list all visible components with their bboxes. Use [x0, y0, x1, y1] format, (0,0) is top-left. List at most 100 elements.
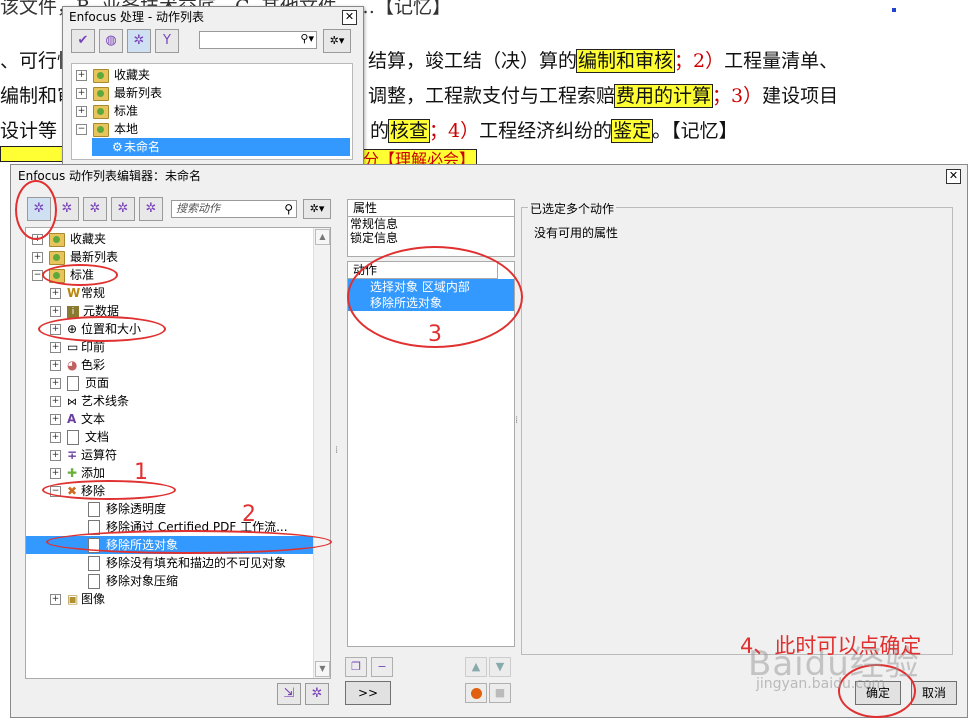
- expander-icon[interactable]: +: [50, 432, 61, 443]
- expander-icon[interactable]: +: [50, 468, 61, 479]
- tree-item-line-art[interactable]: + ⋈ 艺术线条: [50, 392, 129, 410]
- group-title: 已选定多个动作: [528, 200, 617, 217]
- scroll-up-icon[interactable]: ▲: [315, 229, 330, 245]
- expander-icon[interactable]: +: [76, 70, 87, 81]
- tree-item-document[interactable]: + 文档: [50, 428, 109, 446]
- expander-icon[interactable]: +: [32, 252, 43, 263]
- folder-icon: [93, 86, 109, 101]
- expander-icon[interactable]: +: [76, 88, 87, 99]
- expander-icon[interactable]: +: [50, 378, 61, 389]
- expander-icon[interactable]: +: [50, 396, 61, 407]
- import-icon[interactable]: ⇲: [277, 683, 301, 705]
- expander-icon[interactable]: +: [76, 106, 87, 117]
- gear-icon[interactable]: ✲: [127, 29, 151, 53]
- doc-text: 调整，工程款支付与工程索赔: [368, 85, 616, 107]
- doc-text: 结算，竣工结（决）算的: [368, 50, 578, 72]
- properties-item[interactable]: 常规信息: [348, 217, 514, 231]
- tree-item-page[interactable]: + 页面: [50, 374, 109, 392]
- doc-text: 工程经济纠纷的: [479, 120, 613, 142]
- expander-icon[interactable]: +: [50, 342, 61, 353]
- image-icon: ▣: [67, 592, 79, 606]
- search-input[interactable]: ⚲▾: [199, 31, 317, 49]
- tree-item-remove-invisible[interactable]: 移除没有填充和描边的不可见对象: [88, 554, 286, 572]
- checkmark-icon[interactable]: ✔: [71, 29, 95, 53]
- doc-highlight: 鉴定: [611, 119, 654, 143]
- minus-icon[interactable]: −: [371, 657, 393, 677]
- tree-item-operators[interactable]: + ∓ 运算符: [50, 446, 117, 464]
- annotation-ellipse: [42, 264, 118, 286]
- doc-highlight: 费用的计算: [614, 84, 714, 108]
- expander-icon[interactable]: +: [50, 450, 61, 461]
- tree-item-image[interactable]: + ▣ 图像: [50, 590, 105, 608]
- doc-highlight: 编制和审核: [576, 49, 676, 73]
- doc-text: 工程量清单、: [724, 50, 839, 72]
- tree-item-label: 移除对象压缩: [106, 574, 179, 588]
- splitter-handle[interactable]: ⁞: [515, 415, 518, 426]
- move-up-icon[interactable]: ▲: [465, 657, 487, 677]
- no-properties-text: 没有可用的属性: [534, 226, 619, 240]
- tree-item-label: 文档: [85, 430, 110, 444]
- more-button[interactable]: >>: [345, 681, 391, 705]
- search-icon[interactable]: ⚲: [284, 201, 293, 217]
- folder-icon: [49, 250, 65, 265]
- scroll-down-icon[interactable]: ▼: [315, 661, 330, 677]
- tree-item-label: 移除透明度: [106, 502, 167, 516]
- tree-item-label: 印前: [81, 340, 106, 354]
- tree-item-text[interactable]: + A 文本: [50, 410, 105, 428]
- text-icon: A: [67, 412, 77, 426]
- doc-number: ；4）: [429, 120, 480, 142]
- tree-item-local[interactable]: − 本地: [76, 120, 138, 138]
- tree-item-label: 本地: [114, 122, 139, 136]
- stop-icon[interactable]: ■: [489, 683, 511, 703]
- check-gear-icon[interactable]: ✲: [111, 197, 135, 221]
- tree-item-remove-compression[interactable]: 移除对象压缩: [88, 572, 178, 590]
- new-action-gear-icon[interactable]: ✲: [305, 683, 329, 705]
- annotation-ellipse: [38, 316, 166, 342]
- action-doc-icon: [88, 502, 100, 517]
- tree-item-general[interactable]: + W常规: [50, 284, 105, 302]
- search-gear-icon[interactable]: ✲: [55, 197, 79, 221]
- action-list-icon: ⚙: [112, 140, 123, 154]
- tree-item-untitled[interactable]: ⚙未命名: [92, 138, 350, 156]
- annotation-ellipse: [15, 180, 57, 240]
- expander-icon[interactable]: −: [76, 124, 87, 135]
- doc-line-1b: 结算，竣工结（决）算的编制和审核；2）工程量清单、: [368, 46, 838, 73]
- properties-item[interactable]: 锁定信息: [348, 231, 514, 245]
- expander-icon[interactable]: +: [50, 360, 61, 371]
- folder-icon: [93, 68, 109, 83]
- tree-item-color[interactable]: + ◕ 色彩: [50, 356, 105, 374]
- close-button[interactable]: ✕: [342, 10, 357, 25]
- tree-item-remove-transparency[interactable]: 移除透明度: [88, 500, 166, 518]
- properties-header: 属性: [348, 200, 514, 217]
- tree-item-label: 未命名: [124, 140, 161, 154]
- tree-item-recent[interactable]: + 最新列表: [76, 84, 162, 102]
- search-icon[interactable]: ⚲▾: [300, 32, 314, 45]
- options-gear-icon[interactable]: ✲▾: [323, 29, 351, 53]
- annotation-ellipse: [42, 480, 176, 500]
- record-icon[interactable]: [465, 683, 487, 703]
- close-button[interactable]: ✕: [946, 169, 961, 184]
- expander-icon[interactable]: +: [50, 306, 61, 317]
- options-gear-icon[interactable]: ✲▾: [303, 199, 331, 219]
- expander-icon[interactable]: +: [50, 594, 61, 605]
- move-down-icon[interactable]: ▼: [489, 657, 511, 677]
- expander-icon[interactable]: +: [50, 288, 61, 299]
- window-title: Enfocus 动作列表编辑器：未命名: [18, 169, 202, 183]
- splitter-handle[interactable]: ⁞: [335, 445, 338, 456]
- duplicate-icon[interactable]: ❐: [345, 657, 367, 677]
- tree-item-label: 收藏夹: [70, 232, 107, 246]
- expander-icon[interactable]: +: [50, 414, 61, 425]
- folder-icon: [93, 122, 109, 137]
- refresh-gear-icon[interactable]: ✲: [83, 197, 107, 221]
- tree-item-label: 艺术线条: [81, 394, 130, 408]
- tree-scrollbar[interactable]: ▲ ▼: [313, 228, 330, 678]
- info-gear-icon[interactable]: ✲: [139, 197, 163, 221]
- doc-dot: [892, 8, 896, 12]
- filter-icon[interactable]: Y: [155, 29, 179, 53]
- globe-icon[interactable]: ◍: [99, 29, 123, 53]
- tree-item-favorites[interactable]: + 收藏夹: [76, 66, 150, 84]
- search-input[interactable]: 搜索动作 ⚲: [171, 200, 297, 218]
- doc-line-3b: 的核查；4）工程经济纠纷的鉴定。【记忆】: [370, 116, 738, 143]
- tree-item-standard[interactable]: + 标准: [76, 102, 138, 120]
- tree-item-label: 添加: [81, 466, 106, 480]
